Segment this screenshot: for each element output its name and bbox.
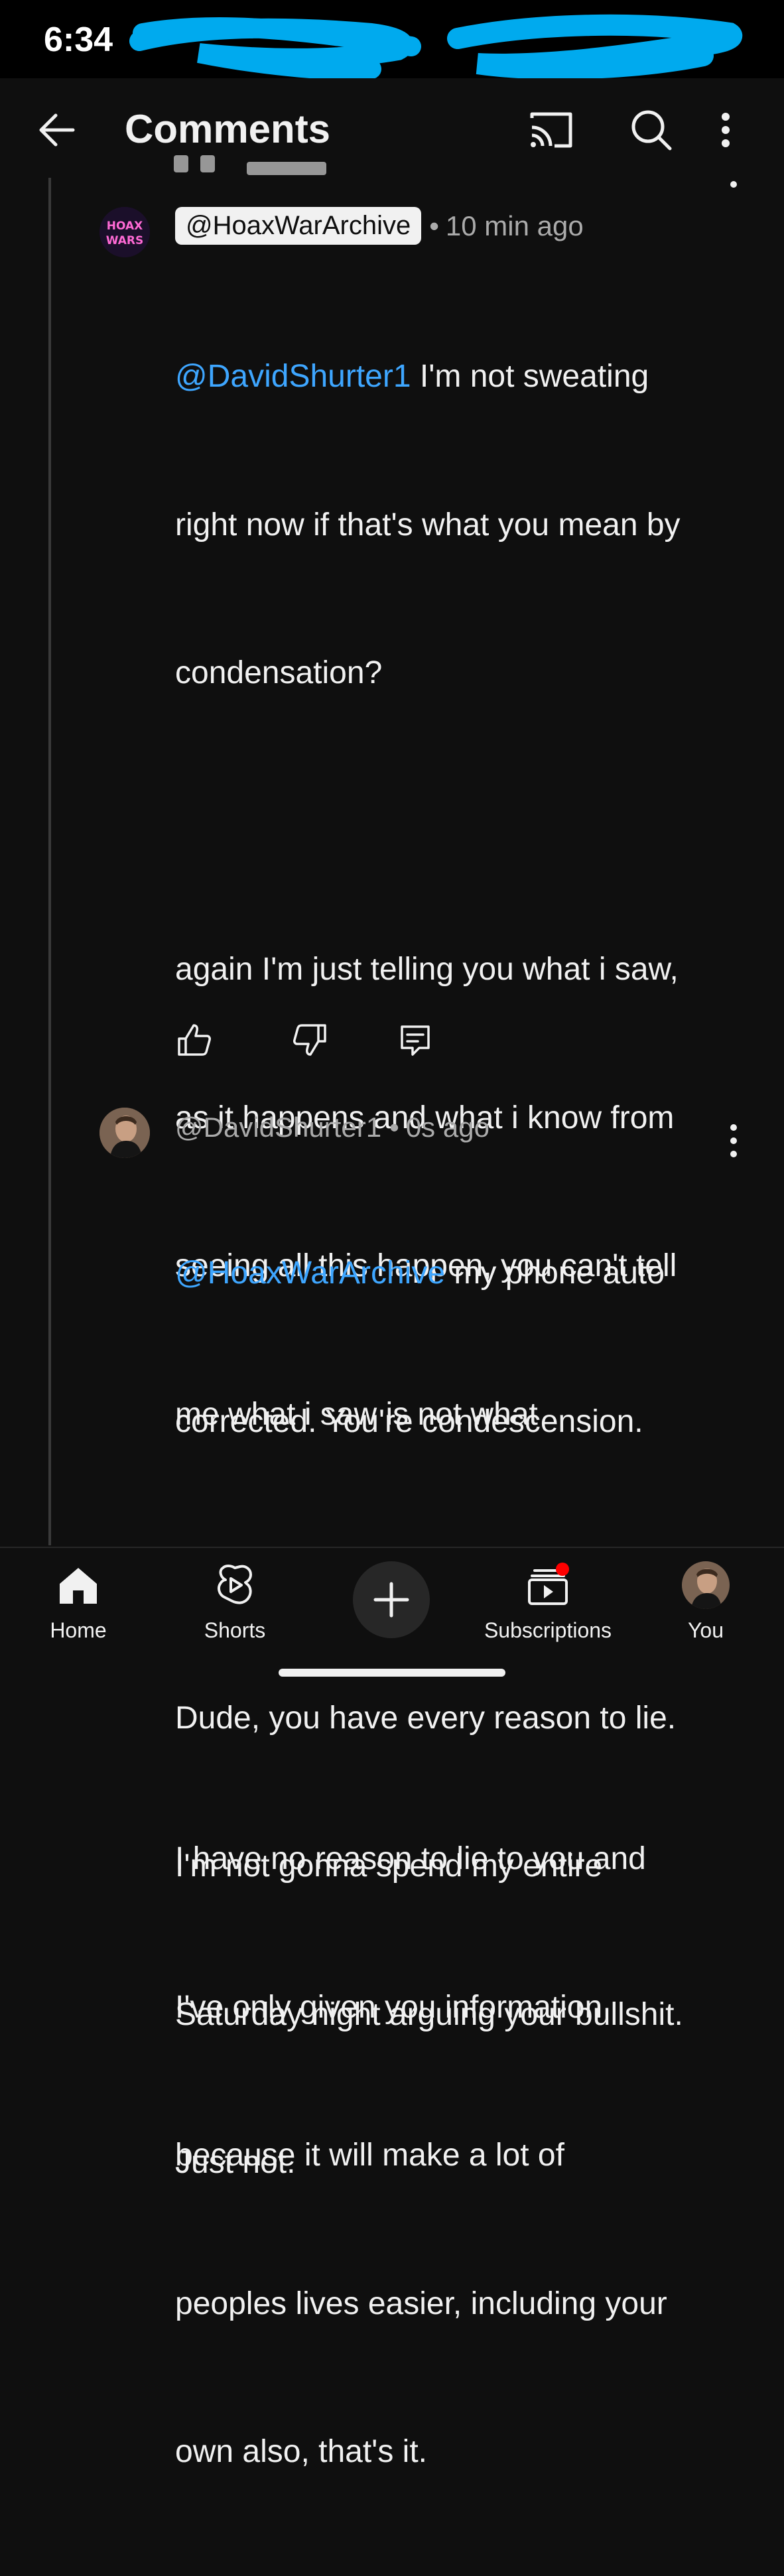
notification-dot — [556, 1563, 569, 1576]
nav-home[interactable]: Home — [5, 1561, 151, 1643]
redaction-scribble — [129, 14, 743, 78]
reply-icon[interactable] — [397, 1021, 434, 1059]
comment-line — [175, 797, 746, 847]
comment-line: condensation? — [175, 655, 383, 690]
separator-dot: • — [389, 1112, 399, 1143]
nav-label: Subscriptions — [484, 1618, 612, 1642]
search-icon[interactable] — [625, 103, 678, 157]
comment-line: again I'm just telling you what i saw, — [175, 952, 679, 987]
svg-text:WARS: WARS — [106, 234, 143, 247]
like-icon[interactable] — [175, 1021, 212, 1059]
page-title: Comments — [125, 107, 331, 151]
nav-shorts[interactable]: Shorts — [162, 1561, 308, 1643]
comment-time: 0s ago — [405, 1112, 490, 1143]
comment-line: Dude, you have every reason to lie. — [175, 1700, 677, 1736]
partial-previous-text — [174, 155, 326, 175]
comment-text: @HoaxWarArchive my phone auto corrected.… — [175, 1150, 746, 2287]
comment-line: right now if that's what you mean by — [175, 507, 681, 543]
gesture-bar[interactable] — [279, 1669, 505, 1677]
mention-link[interactable]: @DavidShurter1 — [175, 359, 411, 394]
comment-line: own also, that's it. — [175, 2434, 428, 2469]
separator-dot: • — [429, 210, 439, 241]
nav-label: Home — [50, 1618, 107, 1642]
nav-label: Shorts — [204, 1618, 266, 1642]
status-bar: 6:34 — [0, 0, 784, 78]
app-header: Comments — [0, 78, 784, 178]
back-arrow-icon[interactable] — [31, 103, 84, 157]
user-photo — [99, 1108, 150, 1158]
home-icon — [60, 1568, 97, 1604]
comment-line: @DavidShurter1 I'm not sweating — [175, 359, 649, 394]
nav-label: You — [688, 1618, 724, 1642]
comment-line: Saturday night arguing your bullshit. — [175, 1996, 683, 2032]
comment-time: 10 min ago — [445, 210, 584, 241]
comment-meta: @HoaxWarArchive • 10 min ago — [175, 207, 584, 245]
mention-link[interactable]: @HoaxWarArchive — [175, 1256, 445, 1291]
create-button[interactable] — [353, 1561, 430, 1638]
comment-meta: @DavidShurter1 • 0s ago — [175, 1112, 490, 1143]
svg-text:HOAX: HOAX — [107, 220, 143, 233]
more-vert-icon[interactable] — [712, 103, 739, 157]
comment-line: Just not. — [175, 2145, 296, 2180]
comment-actions — [175, 1021, 440, 1061]
cast-icon[interactable] — [524, 103, 577, 157]
author-name[interactable]: @HoaxWarArchive — [175, 207, 422, 245]
avatar[interactable] — [99, 1108, 150, 1158]
shorts-icon — [218, 1565, 252, 1604]
subscriptions-icon — [528, 1563, 569, 1605]
comment-line: corrected. You're condescension. — [175, 1403, 643, 1439]
avatar — [682, 1561, 730, 1609]
author-name[interactable]: @DavidShurter1 — [175, 1112, 381, 1143]
comment-line: I'm not gonna spend my entire — [175, 1848, 603, 1884]
comment-line: peoples lives easier, including your — [175, 2286, 667, 2321]
create-plus-icon — [373, 1582, 409, 1618]
hoax-wars-logo: HOAX WARS — [99, 207, 150, 257]
nav-subscriptions[interactable]: Subscriptions — [475, 1561, 621, 1643]
avatar[interactable]: HOAX WARS — [99, 207, 150, 257]
partial-more-icon — [730, 181, 737, 188]
comment-line: @HoaxWarArchive my phone auto — [175, 1256, 665, 1291]
thread-line — [48, 178, 51, 1545]
nav-you[interactable]: You — [633, 1561, 779, 1643]
dislike-icon[interactable] — [292, 1021, 329, 1059]
